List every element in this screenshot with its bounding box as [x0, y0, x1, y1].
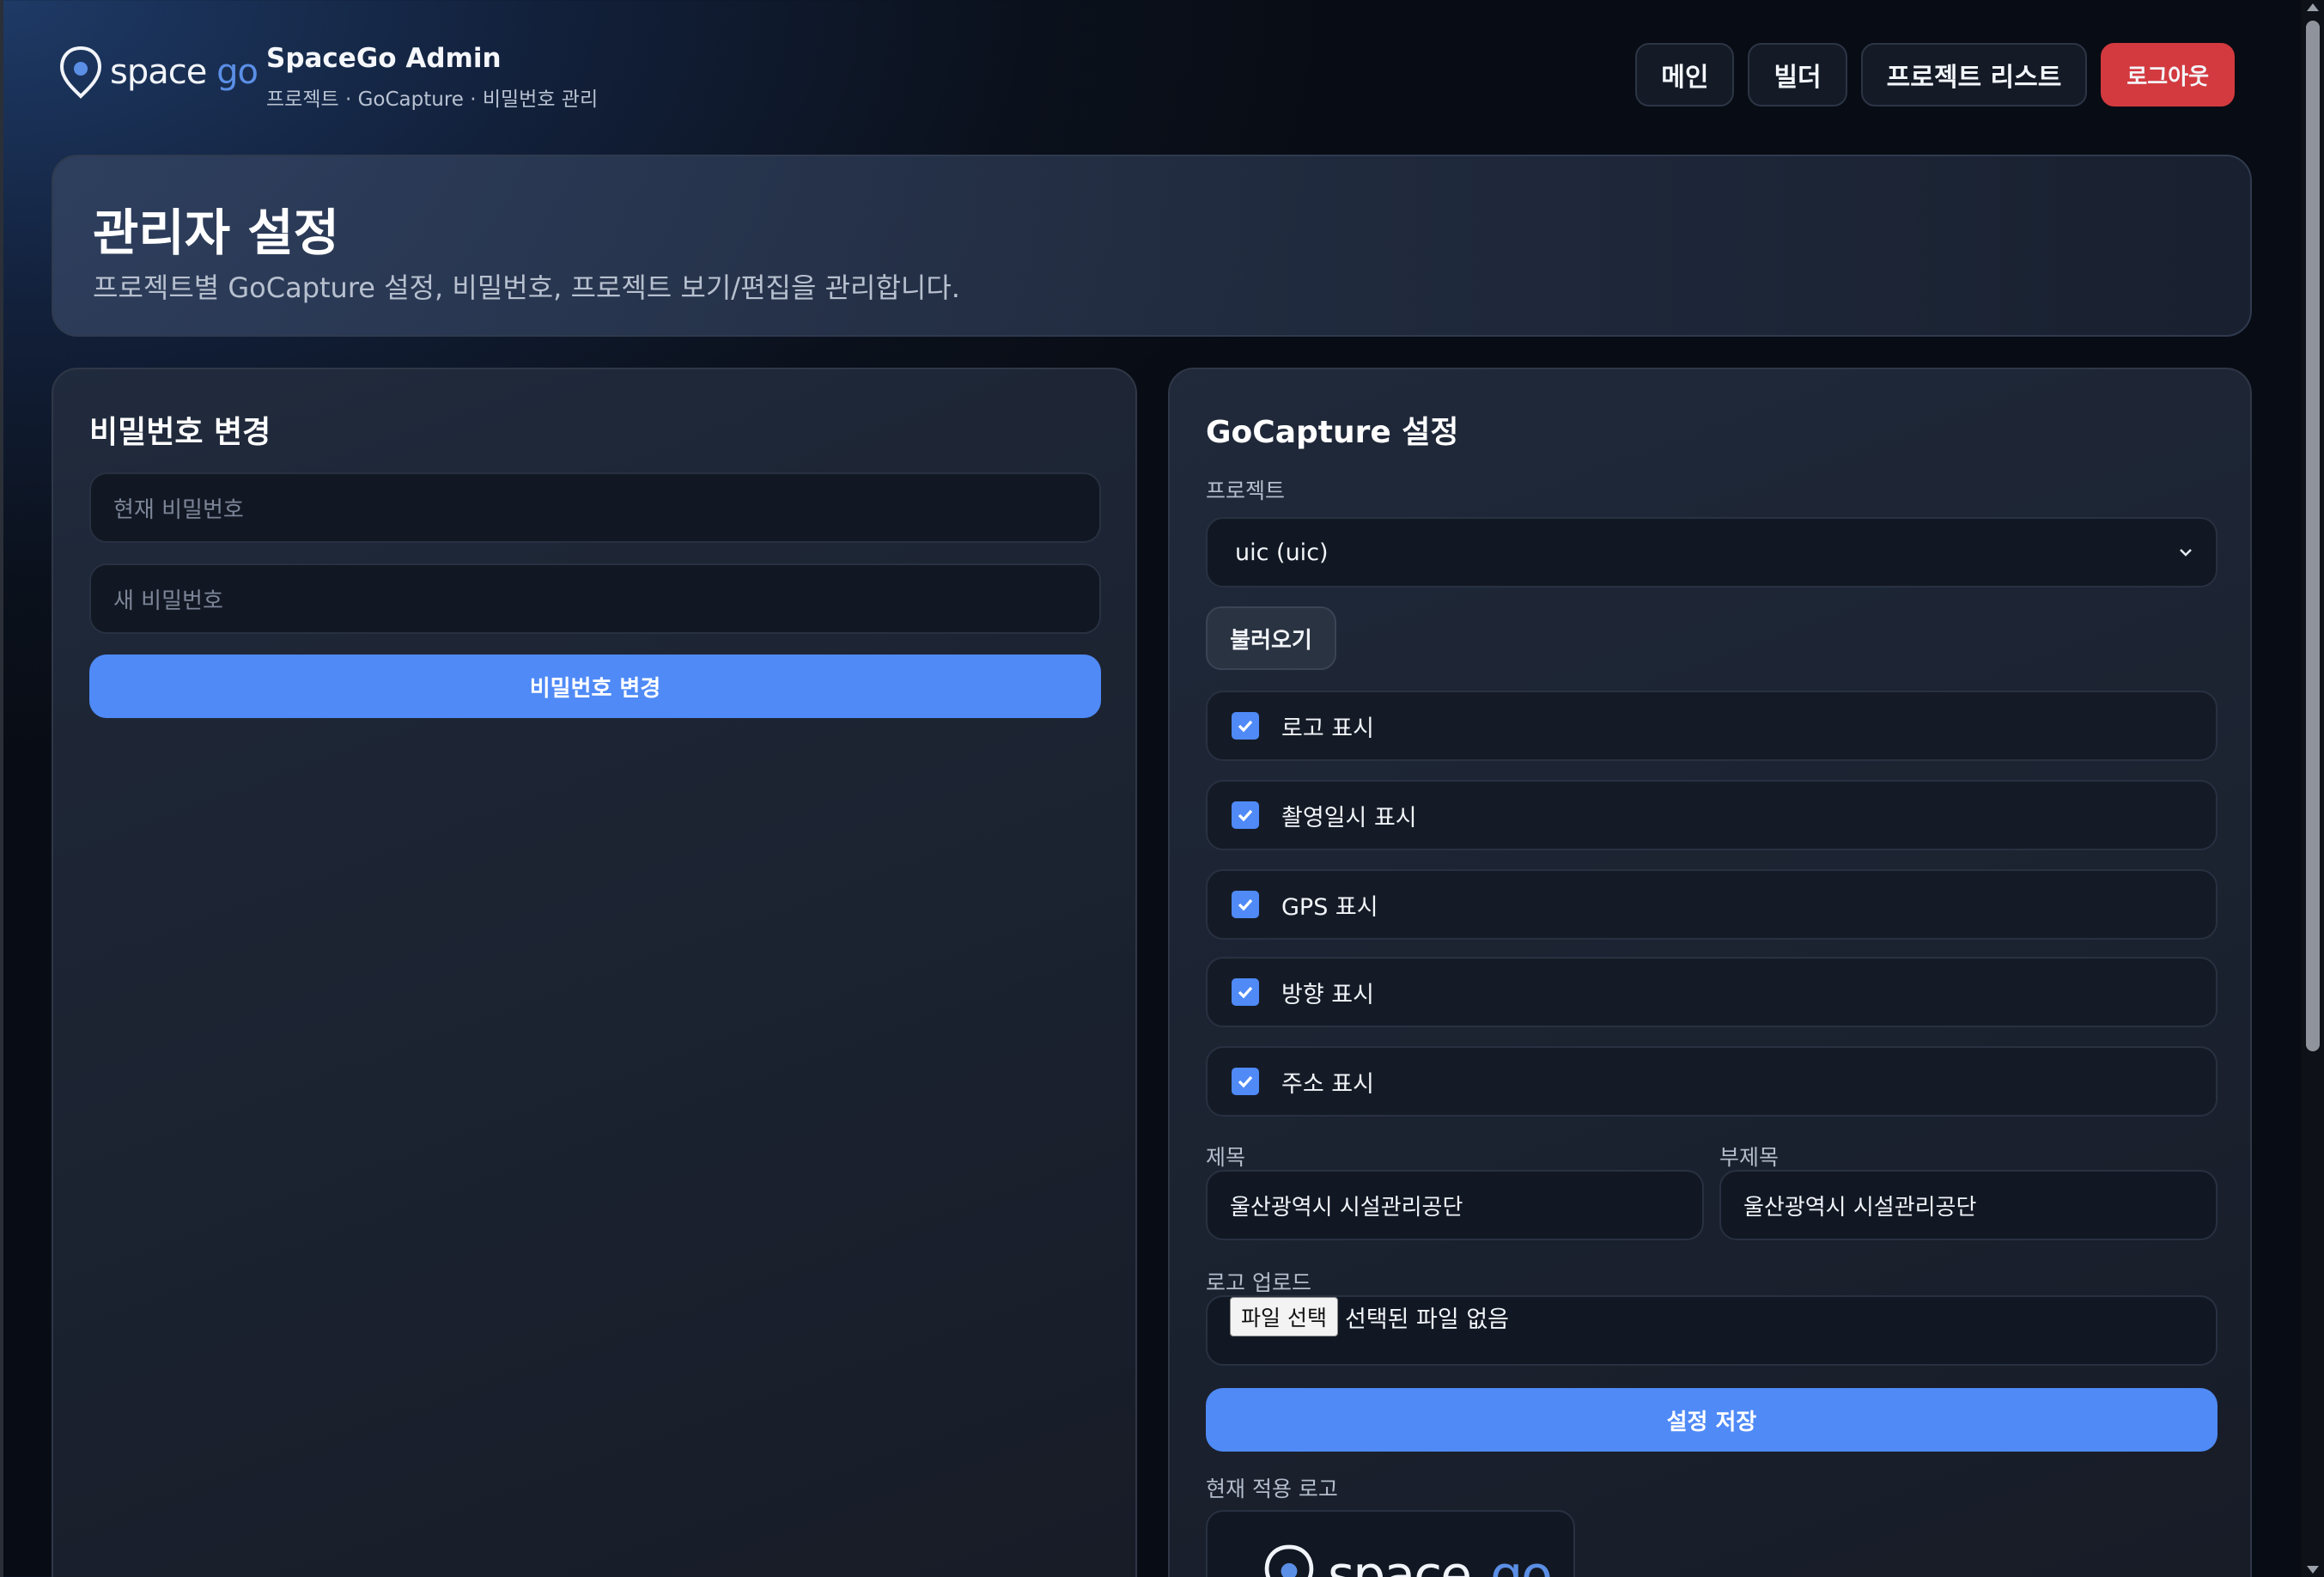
logout-button[interactable]: 로그아웃	[2101, 43, 2235, 107]
page-title: 관리자 설정	[93, 204, 339, 262]
check-icon	[1238, 1075, 1253, 1088]
nav-main-button[interactable]: 메인	[1635, 43, 1735, 107]
check-icon	[1238, 720, 1253, 733]
top-header: space go SpaceGo Admin 프로젝트 · GoCapture …	[0, 0, 2302, 146]
current-logo-label: 현재 적용 로고	[1206, 1477, 1338, 1501]
save-settings-button[interactable]: 설정 저장	[1206, 1388, 2218, 1452]
option-direction-checkbox[interactable]	[1232, 978, 1259, 1006]
current-password-input[interactable]: 현재 비밀번호	[89, 472, 1101, 543]
option-gps-checkbox[interactable]	[1232, 891, 1259, 918]
check-icon	[1238, 898, 1253, 911]
brand-logo[interactable]: space go	[57, 45, 259, 100]
option-address-label: 주소 표시	[1281, 1070, 1374, 1098]
logo-upload-label: 로고 업로드	[1206, 1270, 1311, 1295]
check-icon	[1238, 986, 1253, 999]
scroll-thumb[interactable]	[2306, 21, 2320, 1051]
current-logo-preview: space go	[1206, 1510, 1575, 1577]
gocapture-panel-title: GoCapture 설정	[1206, 415, 1459, 450]
chevron-down-icon	[2180, 549, 2192, 557]
current-logo-image: space go	[1261, 1543, 1553, 1577]
option-address-row[interactable]: 주소 표시	[1206, 1046, 2218, 1117]
subtitle-label: 부제목	[1719, 1145, 1780, 1170]
nav-project-list-button[interactable]: 프로젝트 리스트	[1860, 43, 2088, 107]
scroll-up-arrow-icon[interactable]	[2307, 3, 2319, 11]
gocapture-panel: GoCapture 설정 프로젝트 uic (uic) 불러오기 로고 표시 촬…	[1168, 368, 2252, 1577]
project-select[interactable]: uic (uic)	[1206, 517, 2218, 588]
nav-builder-button[interactable]: 빌더	[1748, 43, 1847, 107]
option-logo-row[interactable]: 로고 표시	[1206, 691, 2218, 761]
option-datetime-checkbox[interactable]	[1232, 801, 1259, 829]
title-label: 제목	[1206, 1145, 1246, 1170]
subtitle-input[interactable]: 울산광역시 시설관리공단	[1719, 1170, 2218, 1240]
password-panel: 비밀번호 변경 현재 비밀번호 새 비밀번호 비밀번호 변경	[52, 368, 1137, 1577]
option-logo-label: 로고 표시	[1281, 715, 1374, 742]
page-hero: 관리자 설정 프로젝트별 GoCapture 설정, 비밀번호, 프로젝트 보기…	[52, 155, 2252, 337]
option-datetime-label: 촬영일시 표시	[1281, 804, 1417, 831]
logo-upload-field: 파일 선택 선택된 파일 없음	[1206, 1295, 2218, 1366]
option-logo-checkbox[interactable]	[1232, 712, 1259, 740]
check-icon	[1238, 809, 1253, 822]
option-address-checkbox[interactable]	[1232, 1068, 1259, 1095]
option-direction-label: 방향 표시	[1281, 981, 1374, 1008]
scroll-down-arrow-icon[interactable]	[2307, 1566, 2319, 1574]
location-pin-icon	[1264, 1544, 1314, 1577]
app-title: SpaceGo Admin	[266, 43, 502, 74]
project-select-value: uic (uic)	[1235, 539, 1329, 566]
option-gps-row[interactable]: GPS 표시	[1206, 869, 2218, 940]
brand-text: SpaceGo Admin 프로젝트 · GoCapture · 비밀번호 관리	[266, 43, 598, 112]
project-label: 프로젝트	[1206, 478, 1286, 503]
option-datetime-row[interactable]: 촬영일시 표시	[1206, 780, 2218, 850]
page-subtitle: 프로젝트별 GoCapture 설정, 비밀번호, 프로젝트 보기/편집을 관리…	[93, 271, 960, 304]
option-direction-row[interactable]: 방향 표시	[1206, 957, 2218, 1027]
location-pin-icon	[59, 46, 102, 99]
password-panel-title: 비밀번호 변경	[89, 415, 271, 450]
title-input[interactable]: 울산광역시 시설관리공단	[1206, 1170, 1704, 1240]
breadcrumb: 프로젝트 · GoCapture · 비밀번호 관리	[266, 88, 599, 111]
top-nav: 메인 빌더 프로젝트 리스트 로그아웃	[1635, 43, 2235, 107]
file-select-button[interactable]: 파일 선택	[1230, 1297, 1338, 1336]
brand-wordmark: space go	[110, 52, 259, 92]
file-status: 선택된 파일 없음	[1344, 1306, 1509, 1333]
change-password-button[interactable]: 비밀번호 변경	[89, 655, 1101, 718]
window-edge	[0, 0, 3, 1577]
new-password-input[interactable]: 새 비밀번호	[89, 563, 1101, 634]
option-gps-label: GPS 표시	[1281, 893, 1378, 921]
load-button[interactable]: 불러오기	[1206, 606, 1336, 670]
page-scrollbar[interactable]	[2302, 0, 2324, 1577]
